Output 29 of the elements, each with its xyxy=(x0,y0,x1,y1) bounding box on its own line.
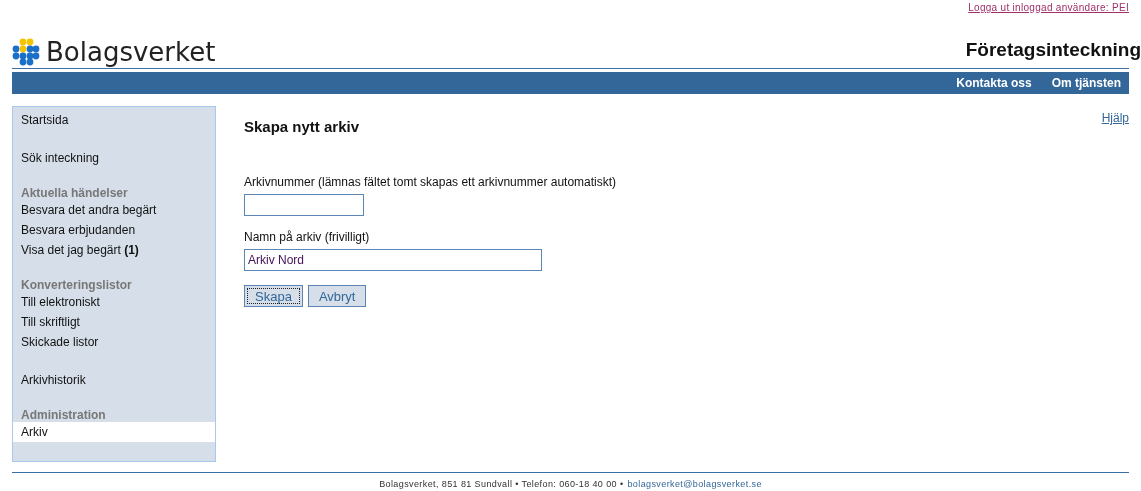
input-field[interactable] xyxy=(244,194,364,216)
sidebar-item[interactable]: Visa det jag begärt (1) xyxy=(13,240,215,260)
sidebar-item[interactable]: Besvara erbjudanden xyxy=(13,220,215,240)
sidebar-item[interactable]: Sök inteckning xyxy=(13,148,215,168)
form-button[interactable]: Skapa xyxy=(244,285,303,307)
sidebar-item[interactable]: Arkivhistorik xyxy=(13,370,215,390)
sidebar-item[interactable]: Arkiv xyxy=(13,422,215,442)
field-label: Namn på arkiv (frivilligt) xyxy=(244,230,370,244)
sidebar-item[interactable]: Skickade listor xyxy=(13,332,215,352)
sidebar-item[interactable]: Till elektroniskt xyxy=(13,292,215,312)
footer-text: Bolagsverket, 851 81 Sundvall • Telefon: 060-18 40 00 • xyxy=(379,479,624,489)
field-label: Arkivnummer (lämnas fältet tomt skapas ett arkivnummer automatiskt) xyxy=(244,175,617,189)
sidebar-item[interactable]: Startsida xyxy=(13,110,215,130)
sidebar-item[interactable]: Till skriftligt xyxy=(13,312,215,332)
sidebar-item[interactable]: Besvara det andra begärt xyxy=(13,200,215,220)
help-link[interactable]: Hjälp xyxy=(1101,111,1129,125)
form-button[interactable]: Avbryt xyxy=(307,285,367,307)
page-title: Skapa nytt arkiv xyxy=(244,118,360,135)
email-link[interactable]: bolagsverket@bolagsverket.se xyxy=(627,479,762,489)
sidebar-heading: Konverteringslistor xyxy=(20,278,133,292)
service-title: Företagsinteckning xyxy=(965,39,1141,62)
nav-link[interactable]: Om tjänsten xyxy=(1051,76,1121,90)
logout-link[interactable]: Logga ut inloggad användare: PEI xyxy=(968,2,1129,13)
sidebar-heading: Administration xyxy=(20,408,107,422)
logo-icon xyxy=(12,38,40,66)
input-field[interactable]: Arkiv Nord xyxy=(244,249,542,271)
logo-text: Bolagsverket xyxy=(46,37,216,67)
nav-link[interactable]: Kontakta oss xyxy=(956,76,1032,90)
sidebar-heading: Aktuella händelser xyxy=(20,186,129,200)
